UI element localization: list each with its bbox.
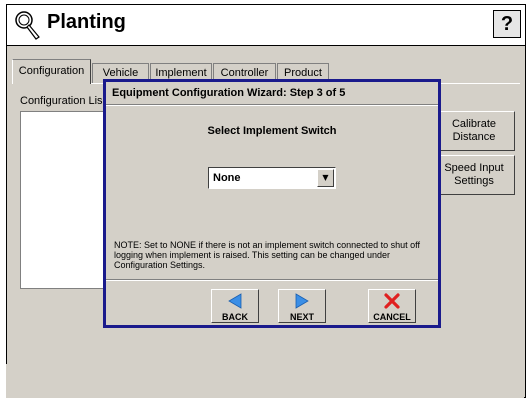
divider (106, 279, 438, 281)
wizard-heading: Select Implement Switch (207, 125, 337, 137)
cancel-label: CANCEL (373, 312, 411, 322)
wizard-note: NOTE: Set to NONE if there is not an imp… (114, 240, 420, 270)
speed-input-settings-button[interactable]: Speed Input Settings (433, 155, 515, 195)
configuration-list[interactable] (20, 111, 112, 289)
back-button[interactable]: BACK (211, 289, 259, 323)
title-bar: Planting ? (7, 5, 525, 46)
configuration-list-label: Configuration Lis (20, 95, 103, 107)
implement-switch-select[interactable]: None ▼ (208, 167, 336, 189)
status-strip (6, 364, 524, 398)
tab-configuration[interactable]: Configuration (12, 59, 91, 84)
calibrate-distance-button[interactable]: Calibrate Distance (433, 111, 515, 151)
divider (106, 104, 438, 106)
wizard-title: Equipment Configuration Wizard: Step 3 o… (112, 87, 346, 99)
red-x-icon (369, 293, 415, 311)
right-arrow-icon (279, 293, 325, 311)
chevron-down-icon[interactable]: ▼ (317, 169, 334, 187)
wrench-magnifier-icon (15, 11, 40, 40)
cancel-button[interactable]: CANCEL (368, 289, 416, 323)
back-label: BACK (222, 312, 248, 322)
next-button[interactable]: NEXT (278, 289, 326, 323)
left-arrow-icon (212, 293, 258, 311)
next-label: NEXT (289, 312, 314, 322)
help-button[interactable]: ? (493, 10, 521, 38)
page-title: Planting (47, 11, 126, 33)
implement-switch-value: None (213, 172, 241, 184)
wizard-dialog: Equipment Configuration Wizard: Step 3 o… (103, 79, 441, 328)
